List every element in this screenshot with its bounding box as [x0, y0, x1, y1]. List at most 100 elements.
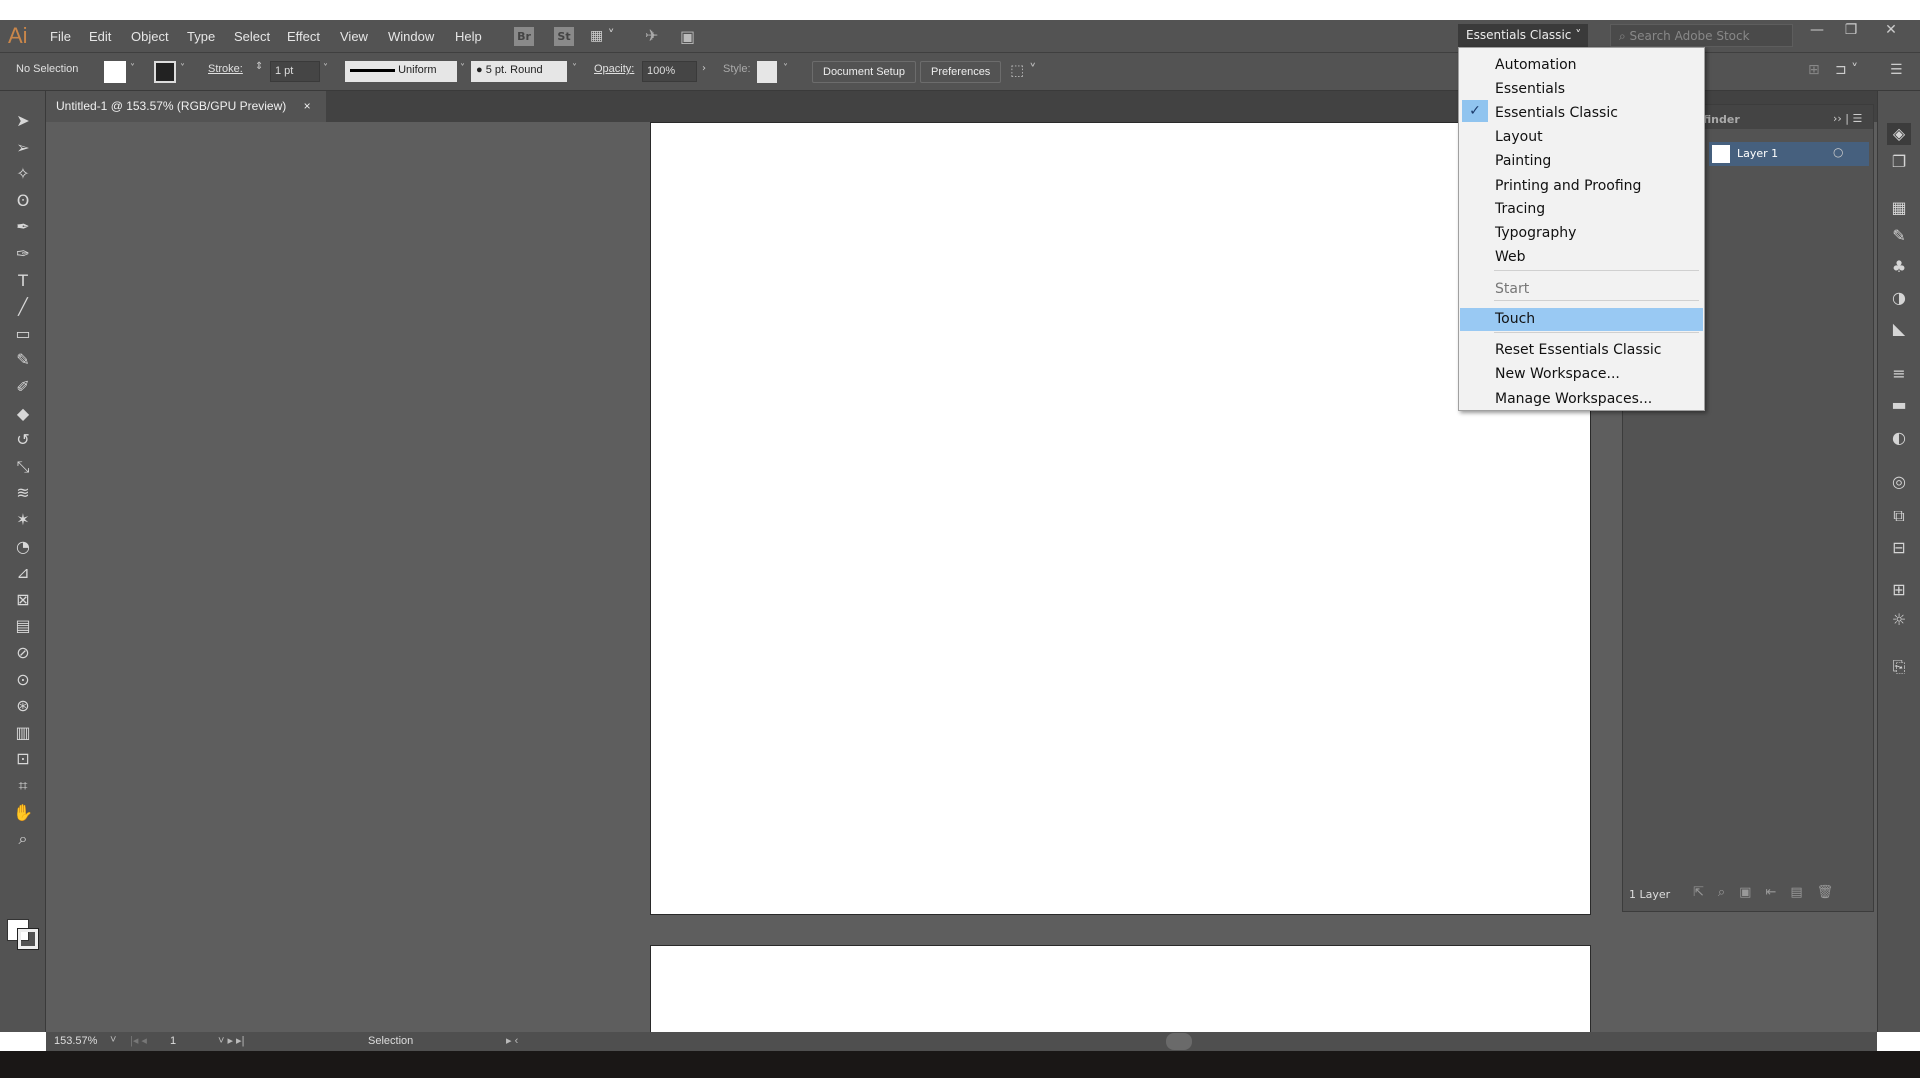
appearance-icon[interactable]: ◣: [1887, 318, 1911, 340]
variable-width-profile[interactable]: Uniform: [345, 61, 457, 82]
zoom-level[interactable]: 153.57%: [54, 1035, 97, 1047]
mesh-tool-icon[interactable]: ⊠: [10, 589, 36, 611]
next-artboard-icon[interactable]: ˅ ▸ ▸|: [218, 1034, 244, 1047]
menu-type[interactable]: Type: [187, 29, 215, 44]
menu-help[interactable]: Help: [455, 29, 482, 44]
perspective-grid-tool-icon[interactable]: ⊿: [10, 562, 36, 584]
color-icon[interactable]: ◎: [1887, 471, 1911, 493]
zoom-tool-icon[interactable]: ⌕: [10, 828, 36, 850]
stroke-swatch[interactable]: [154, 61, 176, 83]
shape-builder-tool-icon[interactable]: ◔: [10, 536, 36, 558]
search-stock-input[interactable]: ⌕ Search Adobe Stock: [1610, 24, 1793, 47]
menu-item-essentials[interactable]: Essentials: [1460, 78, 1703, 101]
libraries-icon[interactable]: ▦: [1887, 197, 1911, 219]
menu-item-manage-workspaces[interactable]: Manage Workspaces...: [1460, 388, 1703, 411]
menu-window[interactable]: Window: [388, 29, 434, 44]
close-tab-icon[interactable]: ×: [304, 99, 311, 113]
stepper-icon[interactable]: ⇕: [255, 61, 263, 72]
bridge-icon[interactable]: Br: [514, 27, 534, 46]
chevron-down-icon[interactable]: ˅: [180, 63, 185, 74]
preferences-button[interactable]: Preferences: [920, 61, 1002, 83]
menu-select[interactable]: Select: [234, 29, 270, 44]
gradient-icon[interactable]: ▬: [1887, 394, 1911, 416]
arrange-documents-icon[interactable]: ▦ ˅: [590, 28, 615, 44]
selection-tool-icon[interactable]: ➤: [10, 110, 36, 132]
layer-actions[interactable]: ⇱⌕▣⇤▤🗑: [1693, 885, 1847, 900]
symbols-icon[interactable]: ♣: [1887, 256, 1911, 278]
menu-view[interactable]: View: [340, 29, 368, 44]
chevron-right-icon[interactable]: ›: [702, 63, 706, 74]
menu-item-layout[interactable]: Layout: [1460, 126, 1703, 149]
touch-workspace-icon[interactable]: ▣: [680, 27, 695, 46]
eraser-tool-icon[interactable]: ◆: [10, 403, 36, 425]
slice-tool-icon[interactable]: ⌗: [10, 775, 36, 797]
transform-icon[interactable]: ⧉: [1887, 505, 1911, 527]
blend-tool-icon[interactable]: ⊙: [10, 669, 36, 691]
line-tool-icon[interactable]: ╱: [10, 296, 36, 318]
symbol-sprayer-tool-icon[interactable]: ⊛: [10, 695, 36, 717]
first-artboard-icon[interactable]: |◂ ◂: [130, 1034, 147, 1047]
type-tool-icon[interactable]: T: [10, 270, 36, 292]
fill-swatch[interactable]: [104, 61, 126, 83]
lasso-tool-icon[interactable]: ʘ: [10, 190, 36, 212]
graphic-styles-icon[interactable]: ◑: [1887, 287, 1911, 309]
status-menu-icon[interactable]: ▸ ‹: [506, 1034, 518, 1047]
navigator-icon[interactable]: ☼: [1887, 609, 1911, 631]
collapse-panel-icon[interactable]: ›› | ☰: [1833, 112, 1862, 125]
gpu-performance-icon[interactable]: ✈: [645, 26, 658, 45]
menu-edit[interactable]: Edit: [89, 29, 111, 44]
rotate-tool-icon[interactable]: ↺: [10, 429, 36, 451]
menu-item-painting[interactable]: Painting: [1460, 150, 1703, 173]
rectangle-tool-icon[interactable]: ▭: [10, 323, 36, 345]
menu-effect[interactable]: Effect: [287, 29, 320, 44]
isolate-icon[interactable]: ⊐ ˅: [1835, 62, 1858, 78]
horizontal-scrollbar-thumb[interactable]: [1166, 1033, 1192, 1050]
transparency-icon[interactable]: ◐: [1887, 427, 1911, 449]
curvature-tool-icon[interactable]: ✑: [10, 243, 36, 265]
workspace-switcher[interactable]: Essentials Classic ˅: [1458, 24, 1588, 47]
opacity-label[interactable]: Opacity:: [594, 63, 634, 75]
menu-item-printing-and-proofing[interactable]: Printing and Proofing: [1460, 175, 1703, 198]
align-icon[interactable]: ⊞: [1808, 62, 1820, 78]
chevron-down-icon[interactable]: ˅: [572, 63, 577, 74]
paintbrush-tool-icon[interactable]: ✎: [10, 349, 36, 371]
panel-menu-icon[interactable]: ☰: [1890, 62, 1903, 78]
menu-item-reset-essentials-classic[interactable]: Reset Essentials Classic: [1460, 339, 1703, 362]
blob-brush-tool-icon[interactable]: ✐: [10, 376, 36, 398]
pen-tool-icon[interactable]: ✒: [10, 216, 36, 238]
warp-tool-icon[interactable]: ≋: [10, 482, 36, 504]
artboard[interactable]: [650, 945, 1591, 1035]
stroke-label[interactable]: Stroke:: [208, 63, 243, 75]
select-similar-icon[interactable]: ⬚ ˅: [1010, 61, 1036, 79]
brushes-icon[interactable]: ✎: [1887, 225, 1911, 247]
menu-item-web[interactable]: Web: [1460, 246, 1703, 269]
menu-item-typography[interactable]: Typography: [1460, 222, 1703, 245]
direct-selection-tool-icon[interactable]: ➢: [10, 137, 36, 159]
chevron-down-icon[interactable]: ˅: [130, 63, 135, 74]
export-icon[interactable]: ⎘: [1887, 656, 1911, 678]
menu-item-essentials-classic[interactable]: Essentials Classic: [1460, 102, 1703, 125]
menu-file[interactable]: File: [50, 29, 71, 44]
pathfinder-icon[interactable]: ⊟: [1887, 537, 1911, 559]
close-window-button[interactable]: ✕: [1874, 22, 1908, 44]
layer-row[interactable]: Layer 1 ○: [1709, 142, 1869, 166]
hand-tool-icon[interactable]: ✋: [10, 802, 36, 824]
stroke-icon[interactable]: ≡: [1887, 363, 1911, 385]
menu-object[interactable]: Object: [131, 29, 169, 44]
restore-button[interactable]: ❐: [1834, 22, 1868, 44]
chevron-down-icon[interactable]: ˅: [110, 1034, 116, 1046]
stroke-weight-input[interactable]: 1 pt: [270, 61, 320, 82]
graphic-style-swatch[interactable]: [757, 61, 777, 83]
menu-item-touch[interactable]: Touch: [1460, 308, 1703, 331]
gradient-tool-icon[interactable]: ▤: [10, 615, 36, 637]
stroke-color-box[interactable]: [17, 928, 39, 950]
scale-tool-icon[interactable]: ⤡: [10, 456, 36, 478]
opacity-input[interactable]: 100%: [642, 61, 697, 82]
magic-wand-tool-icon[interactable]: ✧: [10, 163, 36, 185]
minimize-button[interactable]: —: [1800, 22, 1834, 44]
artboards-icon[interactable]: ❐: [1887, 151, 1911, 173]
layers-icon[interactable]: ◈: [1887, 123, 1911, 145]
puppet-warp-tool-icon[interactable]: ✶: [10, 509, 36, 531]
target-icon[interactable]: ○: [1833, 145, 1843, 159]
chevron-down-icon[interactable]: ˅: [460, 63, 465, 74]
